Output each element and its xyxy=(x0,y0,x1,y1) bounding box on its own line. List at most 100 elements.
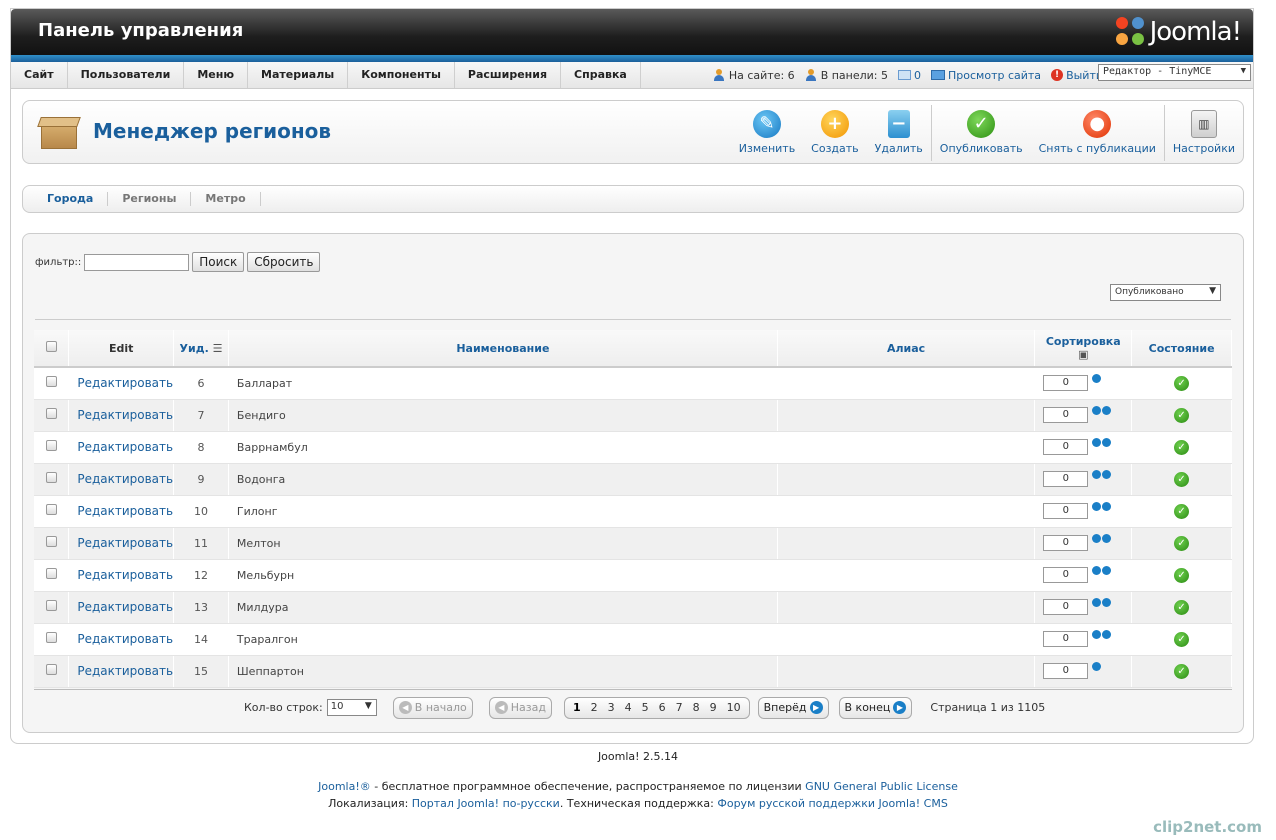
move-down-icon[interactable] xyxy=(1102,533,1112,543)
page-number[interactable]: 3 xyxy=(603,701,620,714)
page-number[interactable]: 2 xyxy=(586,701,603,714)
order-input[interactable]: 0 xyxy=(1043,375,1089,392)
published-icon[interactable]: ✓ xyxy=(1174,599,1190,615)
row-checkbox[interactable] xyxy=(45,568,57,579)
move-down-icon[interactable] xyxy=(1102,437,1112,447)
search-button[interactable]: Поиск xyxy=(192,252,245,272)
row-checkbox[interactable] xyxy=(45,664,57,675)
published-icon[interactable]: ✓ xyxy=(1174,503,1190,519)
move-down-icon[interactable] xyxy=(1102,501,1112,511)
row-checkbox[interactable] xyxy=(45,408,57,419)
order-input[interactable]: 0 xyxy=(1043,599,1089,615)
edit-link[interactable]: Редактировать xyxy=(69,440,173,454)
page-number[interactable]: 10 xyxy=(722,701,746,714)
menu-item[interactable]: Справка xyxy=(561,62,641,88)
id-header[interactable]: Уид. ☰ xyxy=(173,330,229,368)
menu-item[interactable]: Меню xyxy=(184,62,249,88)
name-header[interactable]: Наименование xyxy=(228,330,778,368)
delete-button[interactable]: − Удалить xyxy=(867,105,931,161)
support-link[interactable]: Форум русской поддержки Joomla! CMS xyxy=(717,797,947,810)
move-up-icon[interactable] xyxy=(1092,469,1102,479)
localization-link[interactable]: Портал Joomla! по-русски xyxy=(412,797,560,810)
move-down-icon[interactable] xyxy=(1102,629,1112,639)
edit-button[interactable]: ✎ Изменить xyxy=(731,105,803,161)
license-link[interactable]: GNU General Public License xyxy=(805,780,958,793)
edit-link[interactable]: Редактировать xyxy=(69,472,173,486)
published-icon[interactable]: ✓ xyxy=(1174,471,1190,487)
move-down-icon[interactable] xyxy=(1102,597,1112,607)
ordering-header[interactable]: Сортировка ▣ xyxy=(1034,330,1133,368)
move-up-icon[interactable] xyxy=(1092,661,1102,671)
page-number[interactable]: 4 xyxy=(620,701,637,714)
menu-item[interactable]: Компоненты xyxy=(348,62,455,88)
move-up-icon[interactable] xyxy=(1092,533,1102,543)
edit-link[interactable]: Редактировать xyxy=(69,664,173,678)
published-icon[interactable]: ✓ xyxy=(1174,535,1190,551)
order-input[interactable]: 0 xyxy=(1043,535,1089,551)
page-number[interactable]: 5 xyxy=(637,701,654,714)
edit-link[interactable]: Редактировать xyxy=(69,536,173,550)
row-checkbox[interactable] xyxy=(45,472,57,483)
order-input[interactable]: 0 xyxy=(1043,567,1089,583)
joomla-link[interactable]: Joomla!® xyxy=(318,780,371,793)
publish-button[interactable]: ✓ Опубликовать xyxy=(930,105,1031,161)
published-icon[interactable]: ✓ xyxy=(1174,631,1190,647)
row-checkbox[interactable] xyxy=(45,376,57,388)
published-icon[interactable]: ✓ xyxy=(1174,663,1190,679)
published-icon[interactable]: ✓ xyxy=(1174,375,1190,391)
published-icon[interactable]: ✓ xyxy=(1174,567,1190,583)
reset-button[interactable]: Сбросить xyxy=(247,252,321,272)
menu-item[interactable]: Сайт xyxy=(11,62,68,88)
row-checkbox[interactable] xyxy=(45,536,57,547)
unpublish-button[interactable]: ● Снять с публикации xyxy=(1031,105,1164,161)
move-up-icon[interactable] xyxy=(1092,565,1102,575)
edit-link[interactable]: Редактировать xyxy=(69,504,173,518)
move-down-icon[interactable] xyxy=(1102,469,1112,479)
move-up-icon[interactable] xyxy=(1092,405,1102,415)
rows-per-page-select[interactable]: 10 ▼ xyxy=(326,699,377,716)
next-page-button[interactable]: Вперёд ▶ xyxy=(757,696,829,719)
view-site-link[interactable]: Просмотр сайта xyxy=(931,69,1041,82)
published-icon[interactable]: ✓ xyxy=(1174,439,1190,455)
submenu-tab[interactable]: Метро xyxy=(191,192,261,206)
row-checkbox[interactable] xyxy=(45,504,57,515)
edit-link[interactable]: Редактировать xyxy=(69,600,173,614)
move-up-icon[interactable] xyxy=(1092,437,1102,447)
order-input[interactable]: 0 xyxy=(1043,631,1089,647)
menu-item[interactable]: Материалы xyxy=(248,62,349,88)
logout-link[interactable]: ! Выйти xyxy=(1051,69,1103,82)
edit-link[interactable]: Редактировать xyxy=(69,376,173,390)
edit-link[interactable]: Редактировать xyxy=(69,408,173,422)
published-icon[interactable]: ✓ xyxy=(1174,407,1190,423)
page-number[interactable]: 8 xyxy=(688,701,705,714)
move-down-icon[interactable] xyxy=(1102,565,1112,575)
menu-item[interactable]: Пользователи xyxy=(68,62,185,88)
move-down-icon[interactable] xyxy=(1092,373,1102,383)
move-up-icon[interactable] xyxy=(1092,597,1102,607)
select-all-checkbox[interactable] xyxy=(45,341,57,352)
state-header[interactable]: Состояние xyxy=(1131,330,1232,368)
move-up-icon[interactable] xyxy=(1092,629,1102,639)
messages-counter[interactable]: 0 xyxy=(898,69,921,82)
alias-header[interactable]: Алиас xyxy=(777,330,1036,368)
save-order-icon[interactable]: ▣ xyxy=(1078,348,1088,361)
page-number[interactable]: 7 xyxy=(671,701,688,714)
move-down-icon[interactable] xyxy=(1102,405,1112,415)
page-number[interactable]: 9 xyxy=(705,701,722,714)
menu-item[interactable]: Расширения xyxy=(455,62,562,88)
order-input[interactable]: 0 xyxy=(1043,471,1089,487)
order-input[interactable]: 0 xyxy=(1043,407,1089,423)
editor-select[interactable]: Редактор - TinyMCE ▼ xyxy=(1098,64,1251,81)
last-page-button[interactable]: В конец ▶ xyxy=(838,696,913,719)
submenu-tab[interactable]: Города xyxy=(33,192,109,206)
row-checkbox[interactable] xyxy=(45,440,57,451)
move-up-icon[interactable] xyxy=(1092,501,1102,511)
filter-input[interactable] xyxy=(84,253,190,271)
new-button[interactable]: + Создать xyxy=(803,105,867,161)
edit-link[interactable]: Редактировать xyxy=(69,632,173,646)
state-filter-select[interactable]: Опубликовано ▼ xyxy=(1110,284,1221,301)
order-input[interactable]: 0 xyxy=(1043,663,1089,679)
order-input[interactable]: 0 xyxy=(1043,439,1089,455)
row-checkbox[interactable] xyxy=(45,632,57,643)
edit-link[interactable]: Редактировать xyxy=(69,568,173,582)
